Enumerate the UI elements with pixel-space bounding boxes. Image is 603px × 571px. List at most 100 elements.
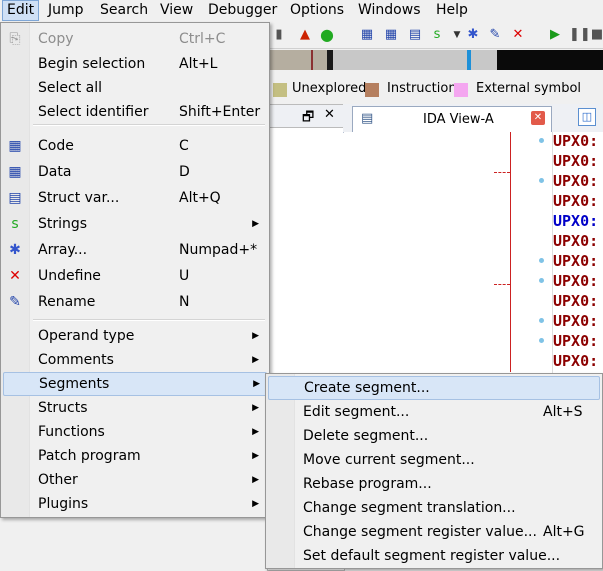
branch-marker-icon <box>539 178 544 183</box>
stop-icon[interactable]: ■ <box>589 27 603 43</box>
code-line[interactable]: UPX0: <box>553 312 598 330</box>
green-circle-icon[interactable]: ● <box>319 27 335 43</box>
menu-view[interactable]: View <box>156 0 197 21</box>
branch-marker-icon <box>539 258 544 263</box>
menu-item-copy[interactable]: ⎘ Copy Ctrl+C <box>3 27 265 51</box>
submenu-item-label: Edit segment... <box>303 404 410 420</box>
struct-tool-icon[interactable]: ▤ <box>407 27 423 43</box>
struct-icon: ▤ <box>8 190 22 206</box>
submenu-item-label: Change segment translation... <box>303 500 516 516</box>
menu-item-label: Select identifier <box>38 104 149 120</box>
menu-item-shortcut: Alt+Q <box>179 190 221 206</box>
menu-item-structs[interactable]: Structs ▶ <box>3 396 265 420</box>
code-line[interactable]: UPX0: <box>553 132 598 150</box>
menu-item-label: Functions <box>38 424 105 440</box>
strings-tool-icon[interactable]: s <box>429 27 445 43</box>
restore-icon[interactable]: 🗗 <box>302 108 314 130</box>
code-line[interactable]: UPX0: <box>553 332 598 350</box>
menu-jump[interactable]: Jump <box>44 0 88 21</box>
menu-separator <box>33 124 265 126</box>
menu-item-segments[interactable]: Segments ▶ <box>3 372 267 396</box>
menu-item-label: Rename <box>38 294 96 310</box>
navigation-band[interactable] <box>267 50 603 72</box>
submenu-item-move-current-segment[interactable]: Move current segment... <box>268 448 598 472</box>
rename-tool-icon[interactable]: ✎ <box>487 27 503 43</box>
array-tool-icon[interactable]: ✱ <box>465 27 481 43</box>
submenu-item-set-default-segment-register-value[interactable]: Set default segment register value... <box>268 544 598 568</box>
menu-item-label: Begin selection <box>38 56 146 72</box>
menu-item-shortcut: U <box>179 268 190 284</box>
menu-item-other[interactable]: Other ▶ <box>3 468 265 492</box>
menu-item-rename[interactable]: ✎ Rename N <box>3 290 265 314</box>
menu-help[interactable]: Help <box>432 0 472 21</box>
menu-item-comments[interactable]: Comments ▶ <box>3 348 265 372</box>
menu-item-label: Plugins <box>38 496 89 512</box>
menu-item-label: Data <box>38 164 72 180</box>
menu-edit[interactable]: Edit <box>2 0 40 21</box>
menu-item-struct-var[interactable]: ▤ Struct var... Alt+Q <box>3 186 265 210</box>
menu-search[interactable]: Search <box>96 0 152 21</box>
code-line[interactable]: UPX0: <box>553 252 598 270</box>
menu-item-code[interactable]: ▦ Code C <box>3 134 265 158</box>
menu-item-label: Structs <box>38 400 88 416</box>
warning-icon[interactable]: ▲ <box>297 27 313 43</box>
run-icon[interactable]: ▶ <box>547 27 563 43</box>
menu-item-select-all[interactable]: Select all <box>3 76 265 100</box>
submenu-item-edit-segment[interactable]: Edit segment... Alt+S <box>268 400 598 424</box>
submenu-item-shortcut: Alt+S <box>543 404 583 420</box>
code-tool-icon[interactable]: ▦ <box>359 27 375 43</box>
menu-options[interactable]: Options <box>286 0 348 21</box>
legend-label-unexplored: Unexplored <box>292 81 367 96</box>
menu-item-label: Undefine <box>38 268 101 284</box>
menu-item-strings[interactable]: s Strings ▶ <box>3 212 265 236</box>
tab-close-icon[interactable]: ✕ <box>531 111 545 125</box>
menu-item-patch-program[interactable]: Patch program ▶ <box>3 444 265 468</box>
close-icon[interactable]: ✕ <box>324 107 335 122</box>
menu-item-undefine[interactable]: ✕ Undefine U <box>3 264 265 288</box>
code-line[interactable]: UPX0: <box>553 292 598 310</box>
submenu-item-change-segment-translation[interactable]: Change segment translation... <box>268 496 598 520</box>
menu-item-label: Select all <box>38 80 102 96</box>
code-line[interactable]: UPX0: <box>553 232 598 250</box>
undefine-tool-icon[interactable]: ✕ <box>510 27 526 43</box>
code-line[interactable]: UPX0: <box>553 212 598 230</box>
submenu-arrow-icon: ▶ <box>252 427 259 437</box>
code-line[interactable]: UPX0: <box>553 352 598 370</box>
pause-icon[interactable]: ❚❚ <box>569 27 591 43</box>
submenu-item-change-segment-register-value[interactable]: Change segment register value... Alt+G <box>268 520 598 544</box>
menu-item-begin-selection[interactable]: Begin selection Alt+L <box>3 52 265 76</box>
menu-item-plugins[interactable]: Plugins ▶ <box>3 492 265 516</box>
menu-item-operand-type[interactable]: Operand type ▶ <box>3 324 265 348</box>
edit-menu: ⎘ Copy Ctrl+C Begin selection Alt+L Select al… <box>0 22 270 518</box>
code-line[interactable]: UPX0: <box>553 152 598 170</box>
legend: Unexplored Instruction External symbol <box>267 78 603 100</box>
branch-marker-icon <box>539 138 544 143</box>
submenu-item-rebase-program[interactable]: Rebase program... <box>268 472 598 496</box>
menu-item-label: Segments <box>39 376 110 392</box>
dropdown-arrow-icon[interactable]: ▼ <box>449 27 465 43</box>
menu-debugger[interactable]: Debugger <box>204 0 281 21</box>
submenu-item-delete-segment[interactable]: Delete segment... <box>268 424 598 448</box>
code-line[interactable]: UPX0: <box>553 172 598 190</box>
submenu-arrow-icon: ▶ <box>252 451 259 461</box>
menu-item-shortcut: Ctrl+C <box>179 31 226 47</box>
legend-label-external-symbol: External symbol <box>476 81 582 96</box>
menu-item-select-identifier[interactable]: Select identifier Shift+Enter <box>3 100 265 124</box>
code-line[interactable]: UPX0: <box>553 192 598 210</box>
submenu-item-create-segment[interactable]: Create segment... <box>268 376 600 400</box>
menu-item-shortcut: Alt+L <box>179 56 218 72</box>
menu-item-shortcut: Numpad+* <box>179 242 258 258</box>
menu-item-functions[interactable]: Functions ▶ <box>3 420 265 444</box>
code-line[interactable]: UPX0: <box>553 272 598 290</box>
strings-icon: s <box>11 216 19 232</box>
menu-item-array[interactable]: ✱ Array... Numpad+* <box>3 238 265 262</box>
menu-windows[interactable]: Windows <box>354 0 425 21</box>
menu-item-data[interactable]: ▦ Data D <box>3 160 265 184</box>
legend-swatch-external-symbol <box>454 83 468 97</box>
toolbar-separator-icon: ▮ <box>275 27 283 42</box>
graph-overview-icon[interactable]: ◫ <box>578 108 596 126</box>
data-tool-icon[interactable]: ▦ <box>383 27 399 43</box>
tab-ida-view-a[interactable]: ▤ IDA View-A ✕ <box>352 106 552 133</box>
menu-item-shortcut: N <box>179 294 190 310</box>
array-icon: ✱ <box>9 242 21 258</box>
